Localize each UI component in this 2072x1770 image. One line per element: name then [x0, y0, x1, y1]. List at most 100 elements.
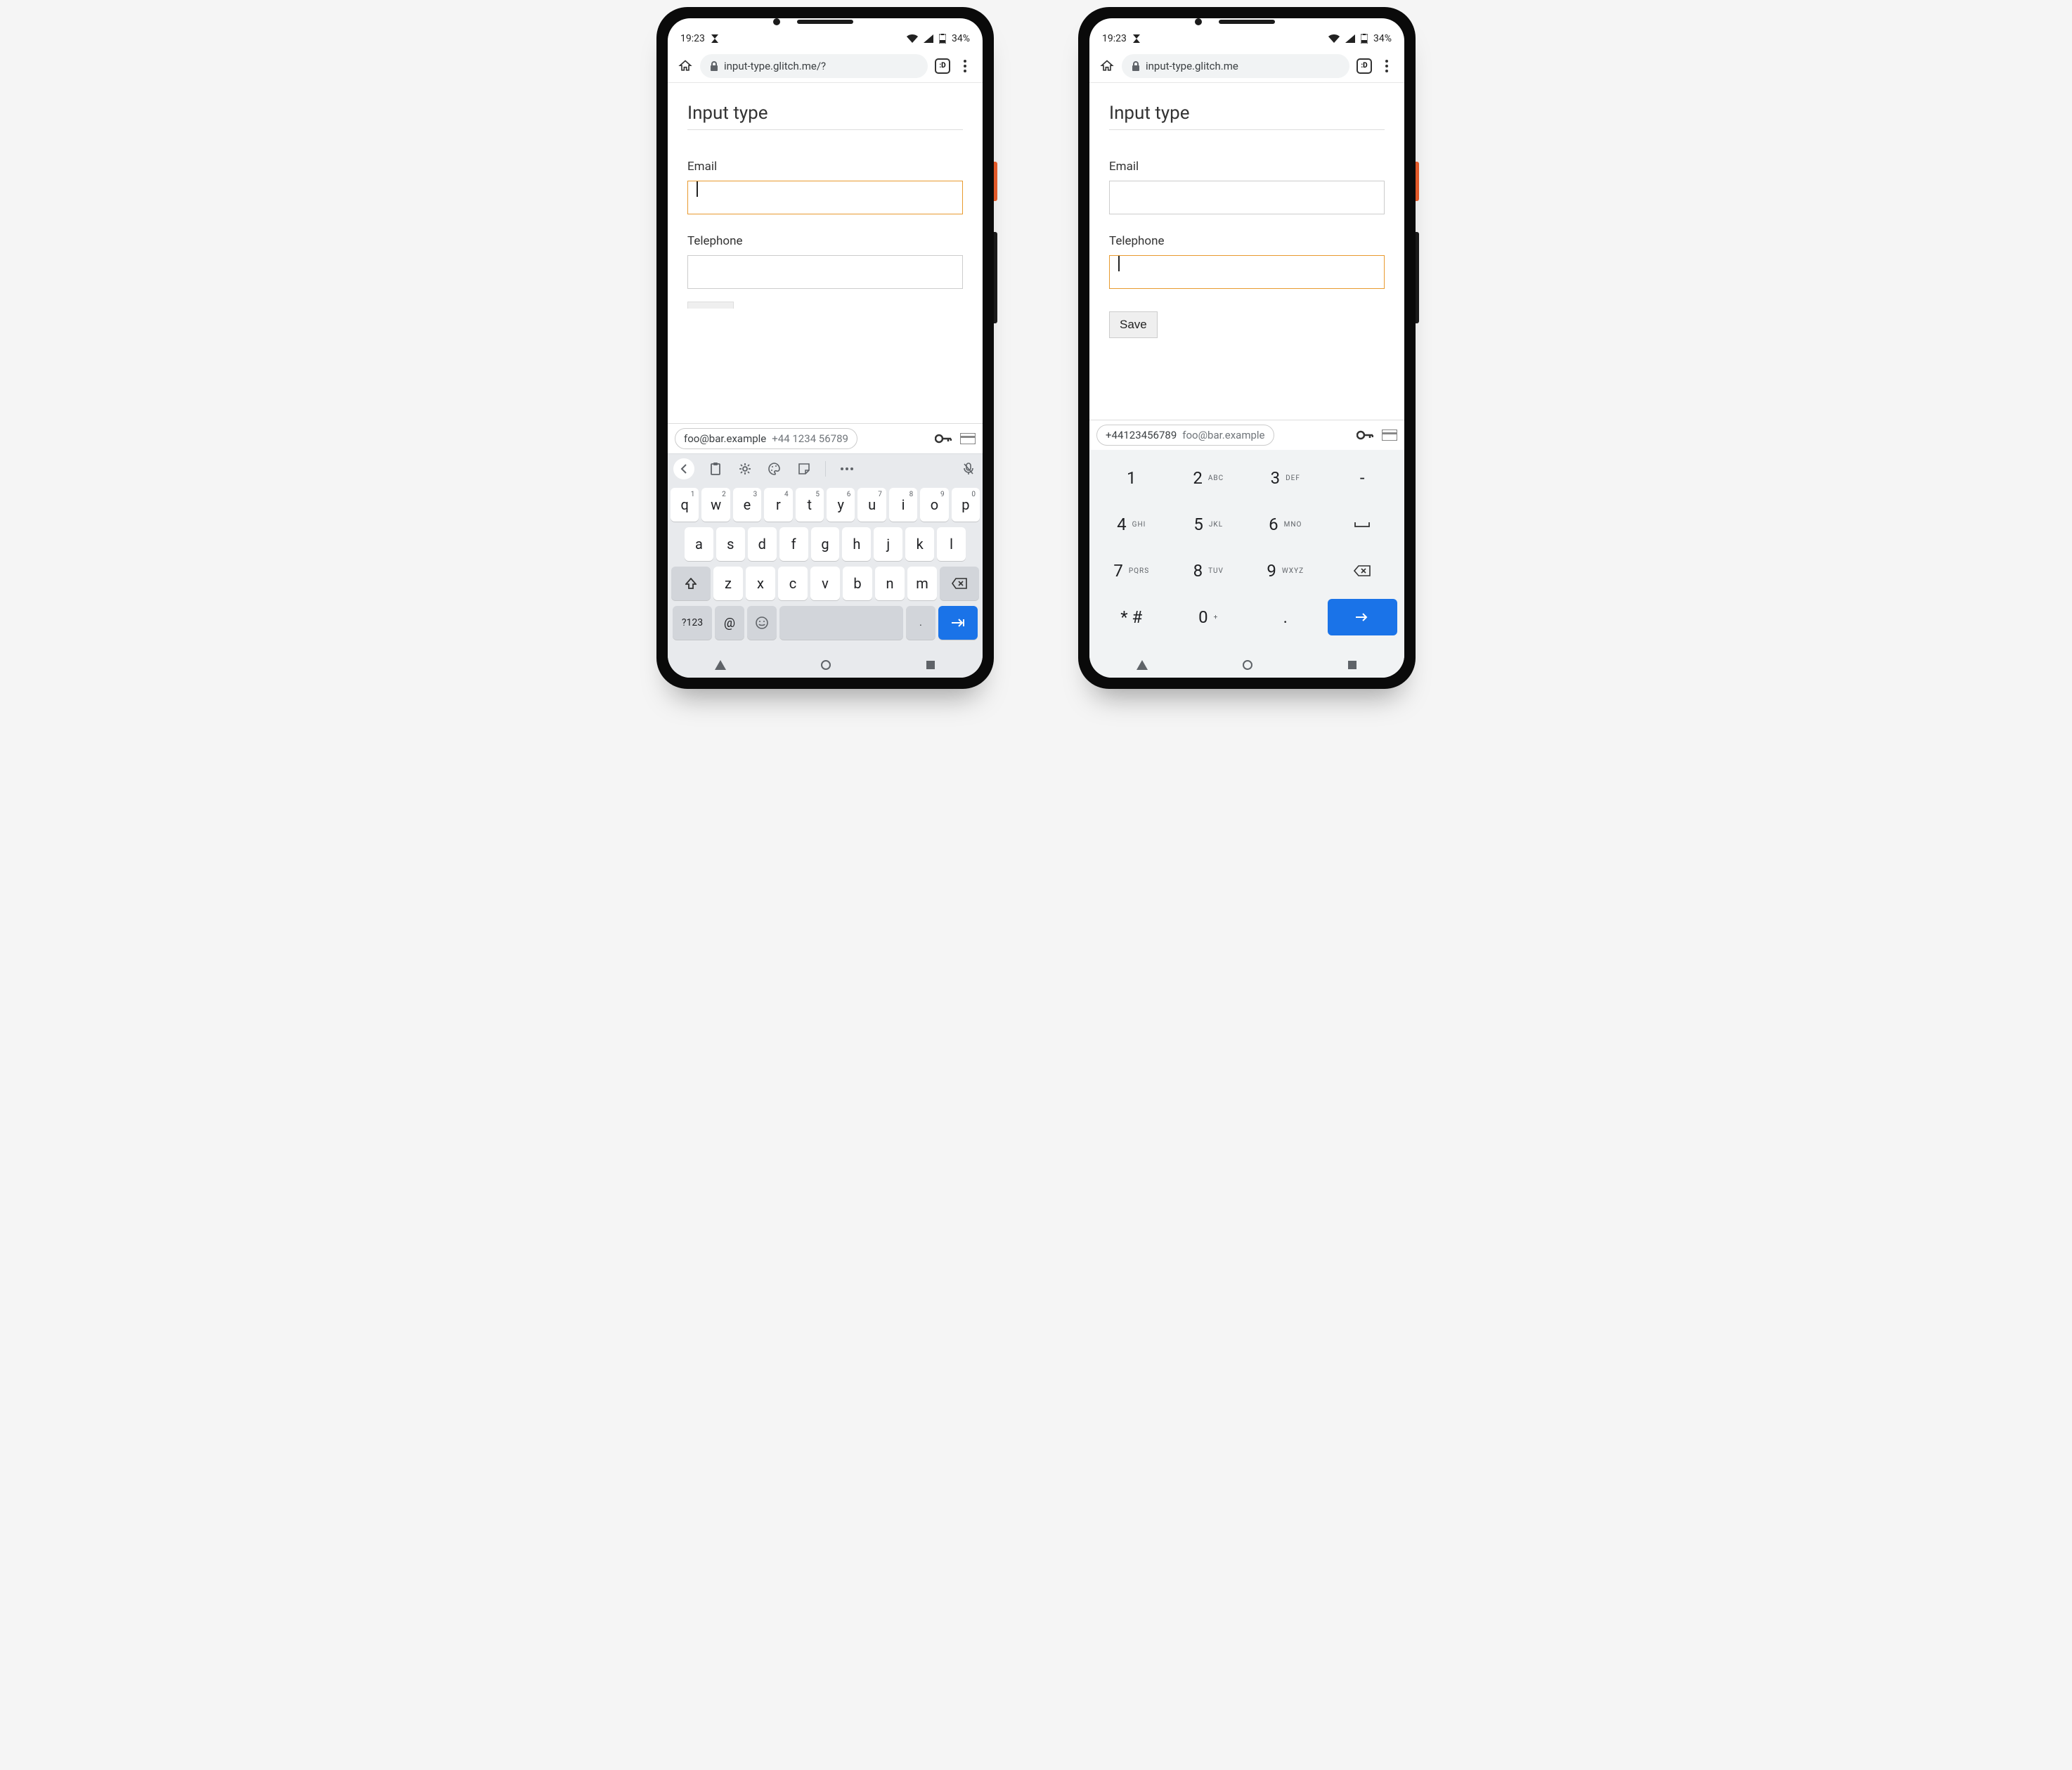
- power-button[interactable]: [1416, 162, 1419, 201]
- symbols-key[interactable]: ?123: [673, 606, 712, 640]
- card-icon[interactable]: [960, 433, 976, 444]
- next-icon: [951, 618, 965, 628]
- save-button[interactable]: Save: [1109, 311, 1158, 338]
- key-j[interactable]: j: [874, 527, 902, 561]
- key-h[interactable]: h: [842, 527, 871, 561]
- numkey-→[interactable]: [1328, 599, 1398, 635]
- overflow-menu-icon[interactable]: [1379, 58, 1394, 74]
- key-b[interactable]: b: [843, 567, 872, 600]
- sticker-icon[interactable]: [796, 463, 812, 474]
- key-m[interactable]: m: [907, 567, 937, 600]
- lock-icon: [1132, 61, 1140, 71]
- more-icon[interactable]: [838, 467, 855, 470]
- key-c[interactable]: c: [778, 567, 808, 600]
- autofill-suggestion[interactable]: +44123456789 foo@bar.example: [1096, 425, 1274, 446]
- numkey--[interactable]: -: [1328, 460, 1398, 496]
- key-i[interactable]: i8: [889, 488, 917, 522]
- save-button-peek[interactable]: [687, 302, 734, 309]
- backspace-icon: [952, 578, 967, 589]
- backspace-key[interactable]: [940, 567, 979, 600]
- url-text: input-type.glitch.me/?: [724, 60, 826, 72]
- nav-recent-icon[interactable]: [1347, 660, 1357, 670]
- numkey-9[interactable]: 9WXYZ: [1250, 553, 1321, 589]
- key-n[interactable]: n: [875, 567, 905, 600]
- numkey-⌫[interactable]: [1328, 553, 1398, 589]
- emoji-key[interactable]: [747, 606, 777, 640]
- wifi-icon: [1328, 34, 1340, 43]
- key-d[interactable]: d: [748, 527, 777, 561]
- autofill-bar: foo@bar.example +44 1234 56789: [668, 423, 983, 453]
- nav-home-icon[interactable]: [1242, 659, 1253, 671]
- clipboard-icon[interactable]: [707, 463, 724, 475]
- shift-icon: [685, 578, 697, 589]
- key-icon[interactable]: [1356, 430, 1373, 440]
- key-g[interactable]: g: [811, 527, 840, 561]
- email-field[interactable]: [687, 181, 963, 214]
- key-x[interactable]: x: [746, 567, 775, 600]
- separator: [825, 461, 826, 477]
- volume-button[interactable]: [1416, 232, 1419, 323]
- key-e[interactable]: e3: [733, 488, 761, 522]
- key-p[interactable]: p0: [952, 488, 980, 522]
- card-icon[interactable]: [1382, 429, 1397, 441]
- key-u[interactable]: u7: [857, 488, 886, 522]
- key-icon[interactable]: [935, 434, 952, 444]
- url-bar[interactable]: input-type.glitch.me/?: [700, 54, 928, 78]
- palette-icon[interactable]: [766, 463, 783, 475]
- url-text: input-type.glitch.me: [1146, 60, 1238, 72]
- nav-recent-icon[interactable]: [926, 660, 935, 670]
- telephone-field[interactable]: [1109, 255, 1385, 289]
- tab-switcher[interactable]: :D: [1356, 58, 1372, 74]
- numkey-5[interactable]: 5JKL: [1174, 506, 1244, 543]
- battery-icon: [1361, 34, 1368, 44]
- numkey-6[interactable]: 6MNO: [1250, 506, 1321, 543]
- key-a[interactable]: a: [685, 527, 713, 561]
- tab-switcher[interactable]: :D: [935, 58, 950, 74]
- gear-icon[interactable]: [737, 463, 753, 475]
- numeric-keypad: 12ABC3DEF- 4GHI5JKL6MNO 7PQRS8TUV9WXYZ * #0…: [1089, 450, 1404, 652]
- nav-home-icon[interactable]: [820, 659, 831, 671]
- numkey-␣[interactable]: [1328, 506, 1398, 543]
- period-key[interactable]: .: [906, 606, 935, 640]
- telephone-field[interactable]: [687, 255, 963, 289]
- numkey-* #[interactable]: * #: [1096, 599, 1167, 635]
- key-z[interactable]: z: [713, 567, 743, 600]
- overflow-menu-icon[interactable]: [957, 58, 973, 74]
- home-icon[interactable]: [678, 58, 693, 74]
- key-l[interactable]: l: [937, 527, 966, 561]
- mic-off-icon[interactable]: [960, 463, 977, 475]
- email-field[interactable]: [1109, 181, 1385, 214]
- nav-back-icon[interactable]: [1137, 660, 1148, 670]
- key-w[interactable]: w2: [701, 488, 730, 522]
- key-q[interactable]: q1: [671, 488, 699, 522]
- key-r[interactable]: r4: [764, 488, 792, 522]
- numkey-7[interactable]: 7PQRS: [1096, 553, 1167, 589]
- numkey-2[interactable]: 2ABC: [1174, 460, 1244, 496]
- numkey-.[interactable]: .: [1250, 599, 1321, 635]
- key-t[interactable]: t5: [796, 488, 824, 522]
- nav-back-icon[interactable]: [715, 660, 726, 670]
- shift-key[interactable]: [671, 567, 711, 600]
- volume-button[interactable]: [994, 232, 997, 323]
- keyboard-back-button[interactable]: [673, 458, 694, 479]
- space-key[interactable]: [779, 606, 903, 640]
- numkey-8[interactable]: 8TUV: [1174, 553, 1244, 589]
- numkey-1[interactable]: 1: [1096, 460, 1167, 496]
- url-bar[interactable]: input-type.glitch.me: [1122, 54, 1349, 78]
- autofill-suggestion[interactable]: foo@bar.example +44 1234 56789: [675, 428, 857, 449]
- key-o[interactable]: o9: [920, 488, 948, 522]
- key-y[interactable]: y6: [827, 488, 855, 522]
- enter-key[interactable]: [938, 606, 978, 640]
- key-k[interactable]: k: [905, 527, 934, 561]
- key-s[interactable]: s: [716, 527, 745, 561]
- browser-toolbar: input-type.glitch.me/? :D: [668, 49, 983, 83]
- power-button[interactable]: [994, 162, 997, 201]
- numkey-3[interactable]: 3DEF: [1250, 460, 1321, 496]
- numkey-0[interactable]: 0+: [1174, 599, 1244, 635]
- key-v[interactable]: v: [810, 567, 840, 600]
- at-key[interactable]: @: [715, 606, 744, 640]
- autofill-bar: +44123456789 foo@bar.example: [1089, 420, 1404, 450]
- numkey-4[interactable]: 4GHI: [1096, 506, 1167, 543]
- home-icon[interactable]: [1099, 58, 1115, 74]
- key-f[interactable]: f: [779, 527, 808, 561]
